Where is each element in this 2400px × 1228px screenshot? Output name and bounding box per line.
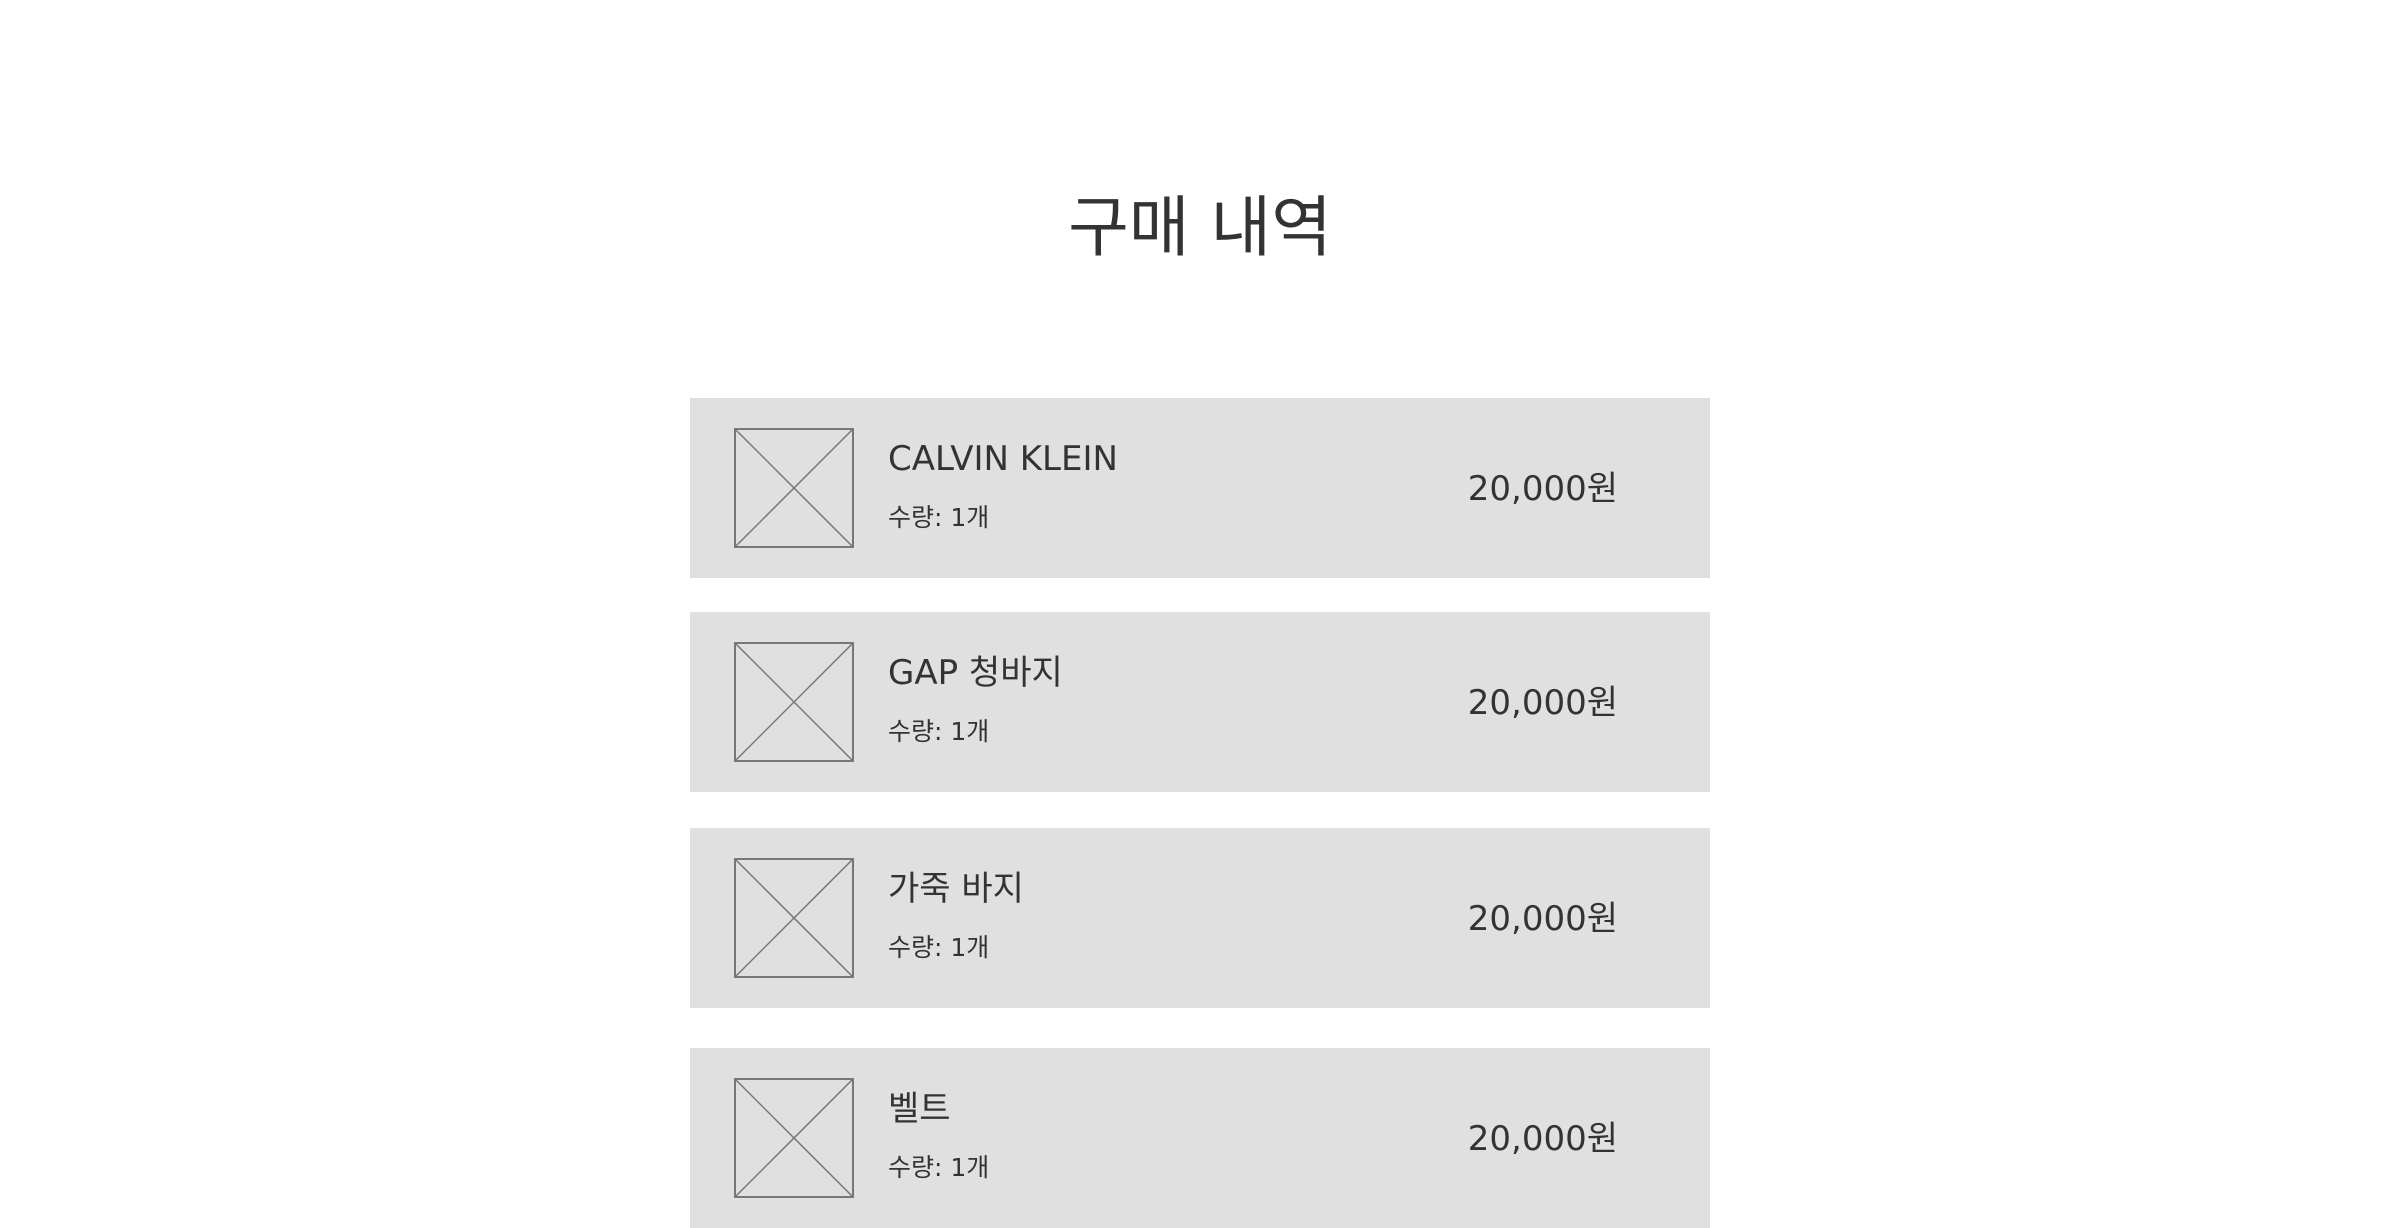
product-name: GAP 청바지 xyxy=(888,653,1063,693)
product-name: CALVIN KLEIN xyxy=(888,439,1118,479)
image-placeholder-icon xyxy=(734,1078,854,1198)
product-quantity: 수량: 1개 xyxy=(888,503,990,532)
order-item[interactable]: 벨트 수량: 1개 20,000원 xyxy=(690,1048,1710,1228)
image-placeholder-icon xyxy=(734,642,854,762)
product-price: 20,000원 xyxy=(1467,683,1618,723)
image-placeholder-icon xyxy=(734,428,854,548)
product-price: 20,000원 xyxy=(1467,899,1618,939)
order-item[interactable]: GAP 청바지 수량: 1개 20,000원 xyxy=(690,612,1710,792)
image-placeholder-icon xyxy=(734,858,854,978)
page-title: 구매 내역 xyxy=(1068,189,1332,266)
product-quantity: 수량: 1개 xyxy=(888,933,990,962)
product-quantity: 수량: 1개 xyxy=(888,717,990,746)
product-name: 가죽 바지 xyxy=(888,869,1024,909)
product-price: 20,000원 xyxy=(1467,469,1618,509)
order-item[interactable]: CALVIN KLEIN 수량: 1개 20,000원 xyxy=(690,398,1710,578)
product-name: 벨트 xyxy=(888,1089,951,1129)
order-item[interactable]: 가죽 바지 수량: 1개 20,000원 xyxy=(690,828,1710,1008)
product-quantity: 수량: 1개 xyxy=(888,1153,990,1182)
product-price: 20,000원 xyxy=(1467,1119,1618,1159)
